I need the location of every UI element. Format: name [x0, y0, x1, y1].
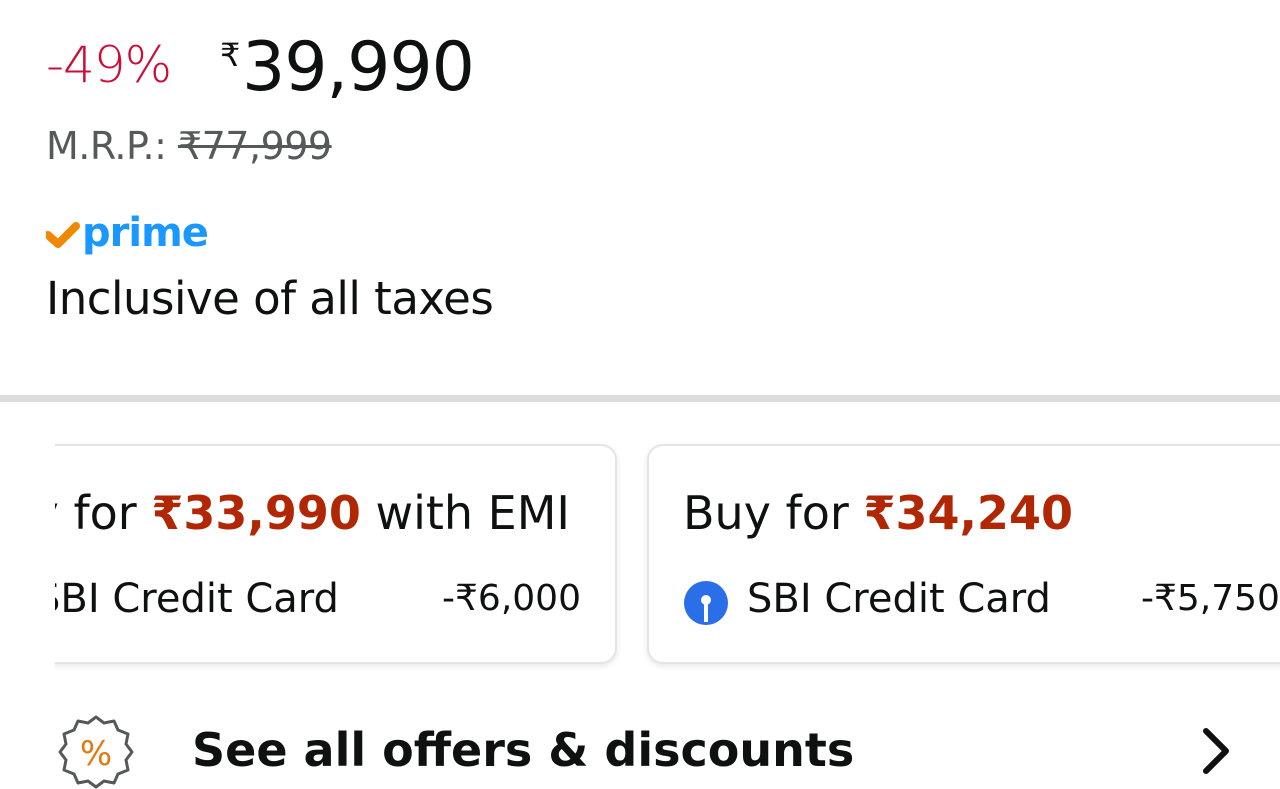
- bank-name: SBI Credit Card: [747, 576, 1051, 622]
- sbi-logo-icon: [684, 581, 728, 625]
- deal-price: 39,990: [242, 28, 475, 107]
- offer-amount: ₹34,240: [863, 486, 1073, 540]
- offer-card-emi[interactable]: Buy for ₹33,990 with EMI SBI Credit Card…: [55, 444, 617, 664]
- percent-badge-icon: %: [58, 715, 134, 789]
- prime-logo-text: prime: [82, 210, 208, 256]
- chevron-right-icon[interactable]: [1196, 725, 1236, 777]
- svg-text:%: %: [80, 734, 112, 774]
- see-all-offers-link[interactable]: % See all offers & discounts: [0, 705, 1280, 789]
- discount-percent: -49%: [46, 36, 172, 94]
- currency-symbol: ₹: [220, 36, 241, 74]
- see-all-offers-label: See all offers & discounts: [192, 723, 855, 777]
- bank-offer-row: SBI Credit Card -₹5,750: [683, 576, 1280, 628]
- taxes-note: Inclusive of all taxes: [46, 272, 494, 325]
- offers-carousel[interactable]: Buy for ₹33,990 with EMI SBI Credit Card…: [55, 436, 1280, 676]
- prime-logo-icon: prime: [46, 210, 209, 256]
- offer-card-buy[interactable]: Buy for ₹34,240 SBI Credit Card -₹5,750: [647, 444, 1280, 664]
- mrp-label: M.R.P.:: [46, 124, 178, 168]
- bank-offer-row: SBI Credit Card -₹6,000: [55, 576, 581, 628]
- offer-title: Buy for ₹34,240: [683, 486, 1073, 540]
- bank-discount: -₹6,000: [442, 578, 581, 619]
- bank-name: SBI Credit Card: [55, 576, 339, 622]
- section-divider: [0, 395, 1280, 402]
- mrp: M.R.P.: ₹77,999: [46, 124, 332, 168]
- offer-title: Buy for ₹33,990 with EMI: [55, 486, 570, 540]
- offer-amount: ₹33,990: [151, 486, 361, 540]
- bank-discount: -₹5,750: [1141, 578, 1280, 619]
- mrp-value: ₹77,999: [177, 124, 332, 168]
